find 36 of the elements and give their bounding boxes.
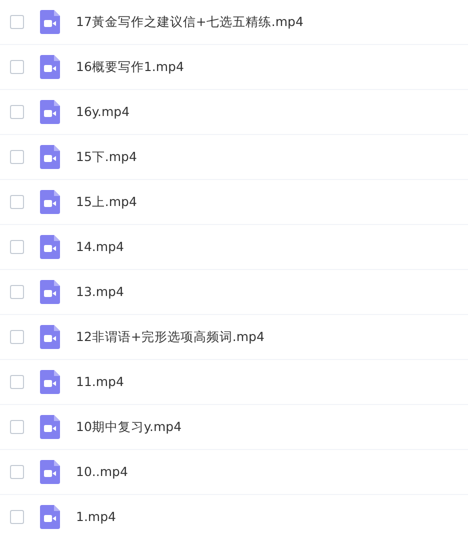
video-file-icon [40, 280, 60, 304]
file-name[interactable]: 14.mp4 [76, 238, 124, 256]
video-file-icon [40, 415, 60, 439]
checkbox[interactable] [10, 150, 24, 164]
checkbox[interactable] [10, 465, 24, 479]
file-name[interactable]: 15上.mp4 [76, 192, 137, 212]
checkbox[interactable] [10, 195, 24, 209]
file-name[interactable]: 10..mp4 [76, 462, 128, 482]
checkbox[interactable] [10, 510, 24, 524]
file-name[interactable]: 16概要写作1.mp4 [76, 58, 184, 76]
file-name[interactable]: 17黃金写作之建议信+七选五精练.mp4 [76, 12, 304, 32]
video-file-icon [40, 190, 60, 214]
checkbox[interactable] [10, 15, 24, 29]
video-file-icon [40, 10, 60, 34]
checkbox[interactable] [10, 240, 24, 254]
checkbox[interactable] [10, 330, 24, 344]
checkbox[interactable] [10, 420, 24, 434]
checkbox[interactable] [10, 285, 24, 299]
video-file-icon [40, 370, 60, 394]
video-file-icon [40, 100, 60, 124]
checkbox[interactable] [10, 375, 24, 389]
file-name[interactable]: 13.mp4 [76, 282, 124, 302]
checkbox[interactable] [10, 105, 24, 119]
file-name[interactable]: 1.mp4 [76, 508, 116, 526]
file-name[interactable]: 16y.mp4 [76, 102, 130, 122]
checkbox[interactable] [10, 60, 24, 74]
video-file-icon [40, 325, 60, 349]
video-file-icon [40, 55, 60, 79]
video-file-icon [40, 460, 60, 484]
file-name[interactable]: 15下.mp4 [76, 148, 137, 166]
file-name[interactable]: 11.mp4 [76, 372, 124, 392]
file-name[interactable]: 10期中复习y.mp4 [76, 418, 182, 436]
video-file-icon [40, 145, 60, 169]
video-file-icon [40, 235, 60, 259]
file-name[interactable]: 12非谓语+完形选项高频词.mp4 [76, 328, 264, 346]
video-file-icon [40, 505, 60, 529]
